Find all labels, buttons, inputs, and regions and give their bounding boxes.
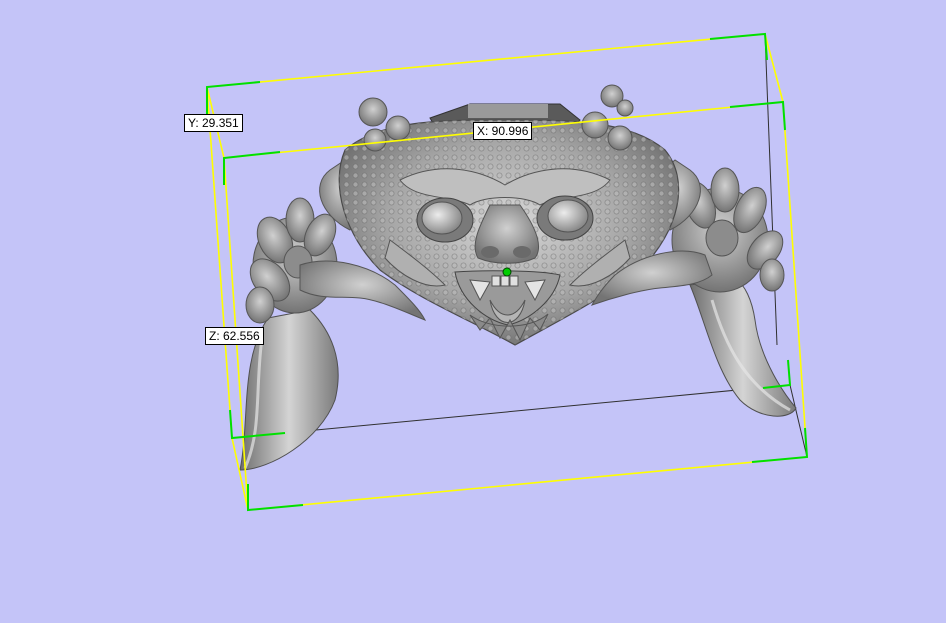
3d-viewport[interactable]: Y: 29.351 X: 90.996 Z: 62.556 <box>0 0 946 623</box>
left-eye <box>416 197 474 243</box>
y-dimension-label: Y: 29.351 <box>184 114 243 132</box>
x-dimension-label: X: 90.996 <box>473 122 533 140</box>
z-dimension-label: Z: 62.556 <box>205 327 264 345</box>
demon-mask-model[interactable] <box>239 84 797 471</box>
left-flower-ornament <box>245 197 338 324</box>
right-eye <box>536 195 594 241</box>
pivot-point-icon[interactable] <box>502 267 512 277</box>
scene-canvas[interactable] <box>0 0 946 623</box>
